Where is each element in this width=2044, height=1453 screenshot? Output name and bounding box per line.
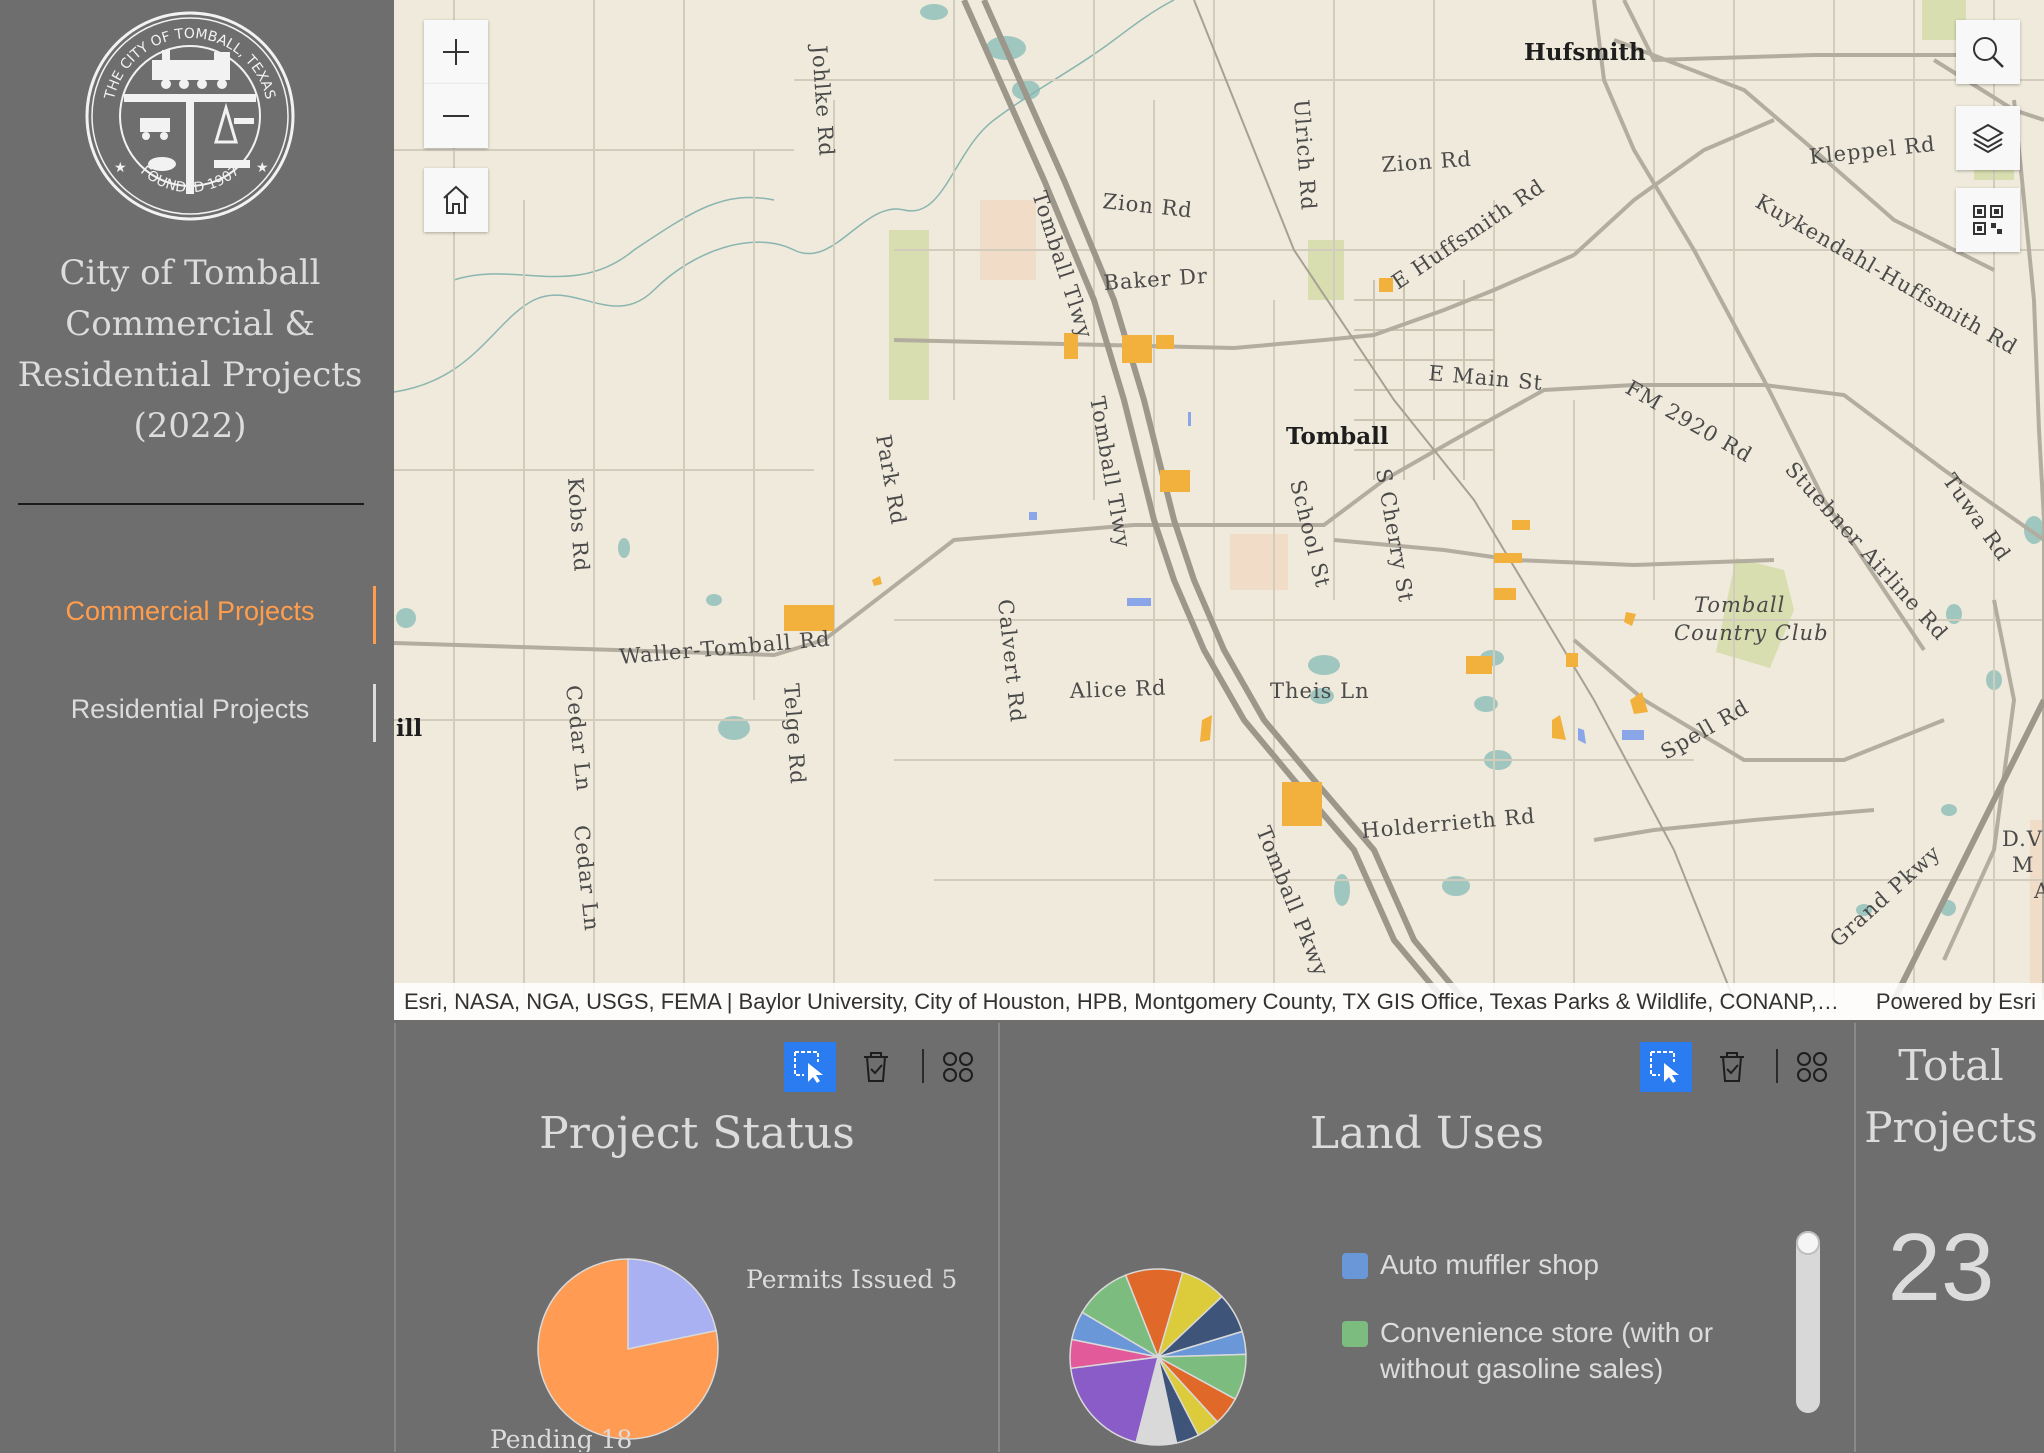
- panel-title: Land Uses: [1309, 1108, 1545, 1159]
- map-view[interactable]: Hufsmith Tomball Zion Rd Zion Rd Baker D…: [394, 0, 2044, 1020]
- title-line: (2022): [133, 406, 247, 446]
- clear-selection-button[interactable]: [1706, 1042, 1758, 1092]
- scrollbar-thumb[interactable]: [1796, 1231, 1820, 1255]
- select-cursor-icon: [794, 1051, 823, 1083]
- title-line: City of Tomball: [59, 253, 321, 293]
- divider: [18, 503, 364, 505]
- active-tab-indicator: [373, 586, 376, 644]
- title-line: Total: [1898, 1041, 2004, 1090]
- place-label: A: [2033, 879, 2044, 903]
- grid-view-button[interactable]: [1786, 1042, 1838, 1092]
- attribution-text: Esri, NASA, NGA, USGS, FEMA | Baylor Uni…: [404, 989, 1844, 1014]
- tab-residential-projects[interactable]: Residential Projects: [0, 684, 380, 742]
- trash-icon: [864, 1052, 888, 1082]
- grid-icon: [1797, 1052, 1827, 1082]
- legend-item[interactable]: Auto muffler shop: [1342, 1247, 1762, 1283]
- zoom-out-button[interactable]: [424, 84, 488, 148]
- basemap: Hufsmith Tomball Zion Rd Zion Rd Baker D…: [394, 0, 2044, 1020]
- project-status-pie-chart[interactable]: Permits Issued 5 Pending 18: [396, 1152, 998, 1452]
- toolbar-separator: [1776, 1049, 1778, 1083]
- zoom-in-button[interactable]: [424, 20, 488, 84]
- home-button[interactable]: [424, 168, 488, 232]
- legend-swatch: [1342, 1253, 1368, 1279]
- tab-commercial-projects[interactable]: Commercial Projects: [0, 586, 380, 644]
- app-title: City of Tomball Commercial & Residential…: [0, 248, 380, 452]
- plus-icon: [443, 39, 469, 65]
- title-line: Commercial &: [65, 304, 315, 344]
- total-projects-panel: Total Projects 23: [1854, 1023, 2044, 1452]
- land-uses-pie-chart[interactable]: [1040, 1233, 1290, 1453]
- legend-item[interactable]: Convenience store (with or without gasol…: [1342, 1315, 1762, 1387]
- search-icon: [1973, 37, 2004, 68]
- road-label: Theis Ln: [1270, 679, 1370, 703]
- place-label: Tomball: [1286, 423, 1389, 450]
- legend-label: Convenience store (with or without gasol…: [1380, 1317, 1714, 1384]
- place-label: ill: [396, 715, 422, 742]
- land-uses-panel: Land Uses Auto muffler shop Convenience …: [998, 1023, 1854, 1452]
- place-label: M: [2012, 853, 2035, 877]
- clear-selection-button[interactable]: [850, 1042, 902, 1092]
- place-label: Tomball: [1694, 593, 1785, 617]
- grid-icon: [943, 1052, 973, 1082]
- pie-data-label: Pending 18: [490, 1425, 632, 1452]
- city-seal-logo: THE CITY OF TOMBALL, TEXAS FOUNDED 1907 …: [85, 11, 295, 221]
- minus-icon: [443, 115, 469, 117]
- tab-label: Residential Projects: [70, 694, 310, 724]
- project-status-panel: Project Status Permits Issued 5 Pending 1…: [394, 1023, 998, 1452]
- place-label: D.V: [2002, 827, 2043, 851]
- total-projects-value: 23: [1887, 1214, 1995, 1321]
- tab-label: Commercial Projects: [65, 596, 315, 626]
- toolbar-separator: [922, 1049, 924, 1083]
- trash-icon: [1720, 1052, 1744, 1082]
- search-button[interactable]: [1956, 20, 2020, 84]
- grid-view-button[interactable]: [932, 1042, 984, 1092]
- selection-button[interactable]: [1640, 1042, 1692, 1092]
- selection-button[interactable]: [784, 1042, 836, 1092]
- title-line: Projects: [1864, 1103, 2038, 1152]
- qr-code-icon: [1973, 205, 2003, 235]
- pie-data-label: Permits Issued 5: [746, 1265, 957, 1294]
- layers-icon: [1971, 123, 2005, 154]
- map-attribution: Esri, NASA, NGA, USGS, FEMA | Baylor Uni…: [394, 983, 2044, 1020]
- place-label: Hufsmith: [1524, 39, 1646, 66]
- title-line: Residential Projects: [17, 355, 363, 395]
- place-label: Country Club: [1674, 621, 1829, 645]
- legend-scrollbar[interactable]: [1796, 1231, 1820, 1413]
- svg-text:★: ★: [256, 160, 269, 176]
- panel-title: Total Projects: [1856, 1035, 2044, 1159]
- home-icon: [443, 185, 469, 214]
- legend-swatch: [1342, 1321, 1368, 1347]
- tab-indicator: [373, 684, 376, 742]
- layers-button[interactable]: [1956, 106, 2020, 170]
- sidebar: THE CITY OF TOMBALL, TEXAS FOUNDED 1907 …: [0, 0, 394, 1452]
- select-cursor-icon: [1650, 1051, 1679, 1083]
- svg-text:★: ★: [114, 160, 127, 176]
- road-label: Alice Rd: [1068, 676, 1166, 703]
- qr-code-button[interactable]: [1956, 188, 2020, 252]
- powered-by-esri-link[interactable]: Powered by Esri: [1876, 983, 2036, 1020]
- legend-label: Auto muffler shop: [1380, 1249, 1599, 1280]
